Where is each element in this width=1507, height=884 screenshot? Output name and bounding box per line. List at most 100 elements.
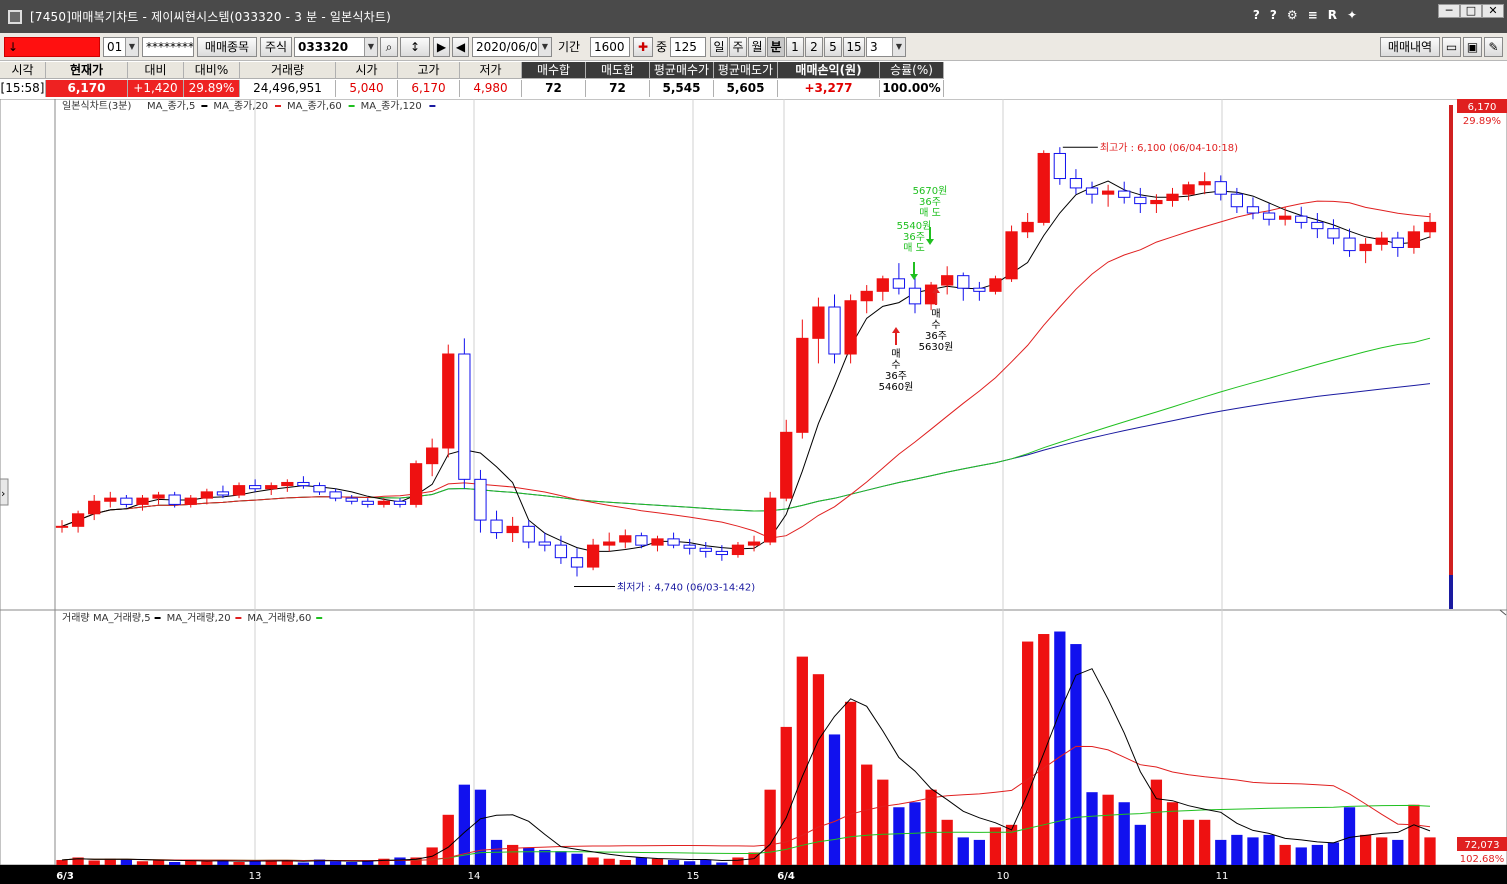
volume-bar — [1070, 644, 1082, 865]
minute-opt-15[interactable]: 15 — [843, 37, 865, 57]
tab-minute[interactable]: 분 — [767, 37, 785, 57]
candle-body — [989, 278, 1002, 292]
refresh-icon[interactable]: R — [1328, 8, 1337, 22]
wrench-icon[interactable]: ✎ — [1484, 37, 1503, 57]
quote-value-6: 6,170 — [398, 80, 460, 97]
high-note: 최고가 : 6,100 (06/04-10:18) — [1100, 142, 1238, 154]
tab-day[interactable]: 일 — [710, 37, 728, 57]
volume-bar — [603, 858, 615, 865]
quote-value-3: 29.89% — [184, 80, 240, 97]
volume-bar — [989, 827, 1002, 865]
minimize-icon[interactable]: ─ — [1438, 4, 1460, 18]
volume-bar — [667, 859, 680, 865]
crosshair-icon[interactable]: ✚ — [633, 37, 653, 57]
candle-body — [184, 497, 197, 505]
candle-body — [1391, 237, 1404, 248]
save-icon[interactable]: ▣ — [1463, 37, 1482, 57]
minute-value: 3 — [870, 40, 878, 54]
back-icon[interactable]: ◀ — [452, 37, 469, 57]
help-icon[interactable]: ? — [1253, 8, 1260, 22]
minute-select[interactable]: 3 ▼ — [866, 37, 906, 57]
trade-mark-text: 5630원 — [919, 341, 954, 353]
candle-body — [297, 481, 310, 487]
code-value: 033320 — [298, 40, 349, 54]
volume-bar — [1279, 844, 1291, 865]
search-icon[interactable]: ⌕ — [380, 37, 398, 57]
tab-week[interactable]: 주 — [729, 37, 747, 57]
date-value: 2020/06/04 — [476, 40, 546, 54]
market-select[interactable]: 주식 — [260, 37, 292, 57]
folder-icon[interactable]: ▭ — [1442, 37, 1461, 57]
password-field[interactable]: ******** — [142, 37, 194, 57]
play-icon[interactable]: ▶ — [433, 37, 450, 57]
volume-bar — [844, 701, 857, 865]
app-icon — [8, 9, 22, 24]
trade-mark-text: 5460원 — [879, 381, 914, 393]
quote-header-3: 대비% — [184, 62, 240, 79]
maximize-icon[interactable]: □ — [1460, 4, 1482, 18]
volume-bar — [828, 734, 841, 865]
quote-value-7: 4,980 — [460, 80, 522, 97]
sort-icon[interactable]: ↕ — [400, 37, 430, 57]
quote-value-0: [15:58] — [0, 80, 46, 97]
candle-body — [812, 306, 825, 339]
minute-opt-1[interactable]: 1 — [786, 37, 804, 57]
volume-bar — [1102, 794, 1114, 865]
candle-body — [1101, 190, 1115, 195]
candle-body — [377, 500, 391, 505]
date-input[interactable]: 2020/06/04 ▼ — [472, 37, 552, 57]
candle-body — [828, 306, 841, 355]
candle-body — [393, 500, 407, 505]
candle-body — [200, 491, 213, 499]
axis-volume: 72,073 — [1465, 840, 1500, 851]
account-suffix-select[interactable]: 01 ▼ — [103, 37, 139, 57]
candle-body — [1295, 215, 1308, 223]
candle-body — [570, 557, 584, 568]
candle-body — [860, 290, 873, 302]
chart-svg: › 일본식차트(3분) MA_종가,5 MA_종가,20 MA_종가,60 MA_종가,1… — [0, 98, 1507, 884]
chevron-down-icon: ▼ — [538, 38, 551, 56]
pin-icon[interactable]: ✦ — [1347, 8, 1357, 22]
volume-bar — [619, 859, 631, 865]
candle-body — [1375, 237, 1388, 245]
candle-body — [1069, 178, 1083, 189]
volume-bar — [56, 859, 68, 865]
x-axis-label: 6/3 — [56, 871, 74, 882]
account-field[interactable]: ↓ — [4, 37, 100, 57]
code-input[interactable]: 033320 ▼ — [294, 37, 378, 57]
settings-icon[interactable]: ⚙ — [1287, 8, 1298, 22]
period-input[interactable]: 1600 — [590, 37, 630, 57]
axis-volume-pct: 102.68% — [1460, 854, 1505, 865]
trade-item-button[interactable]: 매매종목 — [197, 37, 257, 57]
candle-body — [876, 278, 889, 292]
minute-opt-5[interactable]: 5 — [824, 37, 842, 57]
candle-body — [1214, 181, 1227, 195]
volume-bar — [523, 847, 535, 865]
candle-body — [506, 525, 519, 534]
x-axis-label: 10 — [997, 871, 1010, 882]
quote-header-8: 매수합 — [522, 62, 586, 79]
quote-header-7: 저가 — [460, 62, 522, 79]
candle-body — [1005, 231, 1018, 280]
volume-bar — [136, 861, 149, 865]
candle-body — [1407, 231, 1421, 248]
volume-bar — [684, 861, 696, 865]
help-icon-2[interactable]: ? — [1270, 8, 1277, 22]
quote-value-2: +1,420 — [128, 80, 184, 97]
volume-bar — [1118, 802, 1130, 865]
tab-month[interactable]: 월 — [748, 37, 766, 57]
candle-body — [1198, 181, 1211, 186]
trade-mark-text: 매 도 — [919, 207, 941, 219]
trade-history-button[interactable]: 매매내역 — [1380, 37, 1440, 57]
candle-body — [780, 431, 793, 499]
candle-body — [973, 287, 986, 292]
link-icon[interactable]: ≡ — [1308, 8, 1318, 22]
interval-input[interactable]: 125 — [670, 37, 706, 57]
candle-body — [844, 300, 857, 355]
position-bar-low — [1449, 575, 1453, 609]
close-icon[interactable]: ✕ — [1482, 4, 1504, 18]
minute-opt-2[interactable]: 2 — [805, 37, 823, 57]
quote-header-4: 거래량 — [240, 62, 336, 79]
volume-legend-title: 거래량 — [62, 612, 90, 624]
candle-body — [232, 485, 246, 496]
